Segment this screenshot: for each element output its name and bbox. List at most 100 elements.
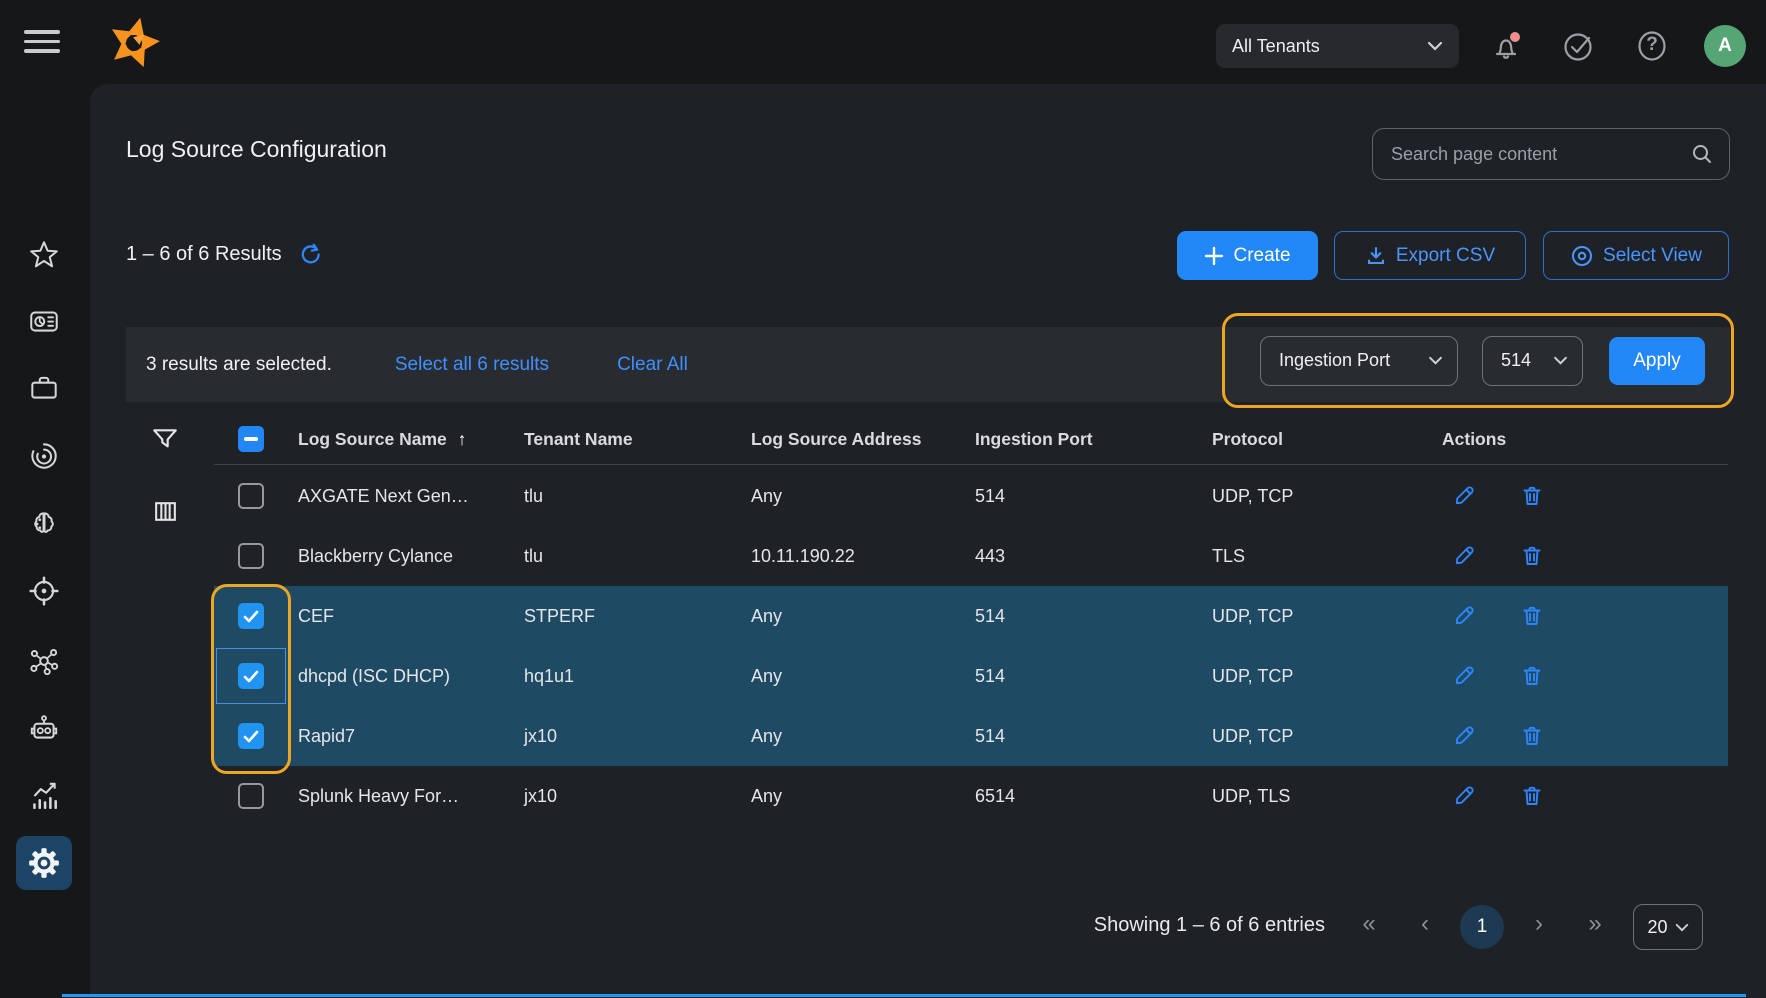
delete-icon[interactable] (1520, 604, 1544, 628)
first-page-icon[interactable]: « (1354, 910, 1384, 938)
cell-tenant-name: tlu (524, 466, 543, 526)
star-icon[interactable] (27, 238, 61, 272)
select-all-link[interactable]: Select all 6 results (395, 354, 549, 376)
next-page-icon[interactable]: › (1524, 910, 1554, 938)
cell-ingestion-port: 514 (975, 706, 1005, 766)
cell-log-source-address: Any (751, 586, 782, 646)
bulk-field-value: Ingestion Port (1279, 350, 1428, 371)
refresh-icon[interactable] (298, 242, 323, 267)
cell-log-source-address: Any (751, 766, 782, 826)
current-page-button[interactable]: 1 (1460, 905, 1504, 949)
crosshair-icon[interactable] (27, 574, 61, 608)
delete-icon[interactable] (1520, 544, 1544, 568)
menu-icon[interactable] (24, 30, 60, 55)
tenant-selector-value: All Tenants (1232, 36, 1427, 57)
filter-icon[interactable] (150, 425, 180, 455)
columns-icon[interactable] (152, 498, 179, 525)
page-title: Log Source Configuration (126, 136, 387, 163)
bulk-edit-highlight-box: Ingestion Port 514 Apply (1222, 313, 1734, 408)
chart-icon[interactable] (27, 779, 61, 813)
last-page-icon[interactable]: » (1580, 910, 1610, 938)
table-row[interactable]: AXGATE Next Gen… tlu Any 514 UDP, TCP (214, 466, 1728, 526)
cell-log-source-name: Blackberry Cylance (298, 526, 453, 586)
edit-icon[interactable] (1452, 784, 1476, 808)
cell-log-source-name: dhcpd (ISC DHCP) (298, 646, 450, 706)
table-row-selected[interactable]: dhcpd (ISC DHCP) hq1u1 Any 514 UDP, TCP (214, 646, 1728, 706)
cell-ingestion-port: 514 (975, 646, 1005, 706)
cell-protocol: TLS (1212, 526, 1245, 586)
select-view-button[interactable]: Select View (1543, 231, 1729, 280)
edit-icon[interactable] (1452, 664, 1476, 688)
column-header-log-source-address[interactable]: Log Source Address (751, 415, 922, 463)
export-csv-button[interactable]: Export CSV (1334, 231, 1526, 280)
row-checkbox-checked[interactable] (238, 603, 264, 629)
column-header-ingestion-port[interactable]: Ingestion Port (975, 415, 1093, 463)
column-header-tenant-name[interactable]: Tenant Name (524, 415, 633, 463)
avatar[interactable]: A (1704, 25, 1746, 67)
create-button[interactable]: Create (1177, 231, 1318, 280)
select-all-checkbox[interactable] (238, 426, 264, 452)
cell-tenant-name: jx10 (524, 766, 557, 826)
search-input[interactable] (1373, 144, 1691, 165)
row-checkbox[interactable] (238, 483, 264, 509)
row-checkbox-checked[interactable] (238, 663, 264, 689)
dashboard-icon[interactable] (27, 304, 61, 338)
help-glyph: ? (1635, 34, 1669, 56)
cell-tenant-name: tlu (524, 526, 543, 586)
sort-ascending-icon[interactable]: ↑ (458, 429, 467, 449)
cell-log-source-address: Any (751, 706, 782, 766)
tasks-check-icon[interactable] (1562, 29, 1596, 63)
edit-icon[interactable] (1452, 724, 1476, 748)
delete-icon[interactable] (1520, 784, 1544, 808)
previous-page-icon[interactable]: ‹ (1410, 910, 1440, 938)
chevron-down-icon (1427, 41, 1443, 51)
robot-icon[interactable] (27, 711, 61, 745)
bulk-field-select[interactable]: Ingestion Port (1260, 336, 1458, 386)
brain-icon[interactable] (27, 507, 61, 541)
bulk-value-select[interactable]: 514 (1482, 336, 1583, 386)
cell-protocol: UDP, TCP (1212, 586, 1293, 646)
results-summary: 1 – 6 of 6 Results (126, 243, 282, 266)
delete-icon[interactable] (1520, 664, 1544, 688)
table-row[interactable]: Blackberry Cylance tlu 10.11.190.22 443 … (214, 526, 1728, 586)
notifications-bell-icon[interactable] (1489, 29, 1523, 63)
avatar-initial: A (1718, 35, 1732, 57)
row-checkbox[interactable] (238, 543, 264, 569)
tenant-selector[interactable]: All Tenants (1216, 24, 1459, 68)
chevron-down-icon (1675, 923, 1689, 932)
main-panel: Log Source Configuration 1 – 6 of 6 Resu… (90, 84, 1766, 998)
cell-protocol: UDP, TCP (1212, 706, 1293, 766)
network-icon[interactable] (27, 644, 61, 678)
table-row[interactable]: Splunk Heavy For… jx10 Any 6514 UDP, TLS (214, 766, 1728, 826)
radar-icon[interactable] (27, 439, 61, 473)
edit-icon[interactable] (1452, 484, 1476, 508)
table-row-selected[interactable]: CEF STPERF Any 514 UDP, TCP (214, 586, 1728, 646)
clear-all-link[interactable]: Clear All (617, 354, 688, 376)
cell-log-source-name: CEF (298, 586, 334, 646)
delete-icon[interactable] (1520, 724, 1544, 748)
edit-icon[interactable] (1452, 604, 1476, 628)
table-row-selected[interactable]: Rapid7 jx10 Any 514 UDP, TCP (214, 706, 1728, 766)
brand-star-logo (103, 11, 165, 73)
cell-log-source-address: Any (751, 646, 782, 706)
chevron-down-icon (1553, 356, 1568, 365)
search-box[interactable] (1372, 128, 1730, 180)
cell-tenant-name: jx10 (524, 706, 557, 766)
gear-icon[interactable] (27, 846, 61, 880)
row-checkbox[interactable] (238, 783, 264, 809)
row-checkbox-checked[interactable] (238, 723, 264, 749)
cell-ingestion-port: 6514 (975, 766, 1015, 826)
cell-ingestion-port: 514 (975, 586, 1005, 646)
select-view-label: Select View (1603, 245, 1702, 267)
apply-button[interactable]: Apply (1609, 337, 1705, 385)
export-csv-label: Export CSV (1396, 245, 1495, 267)
cell-protocol: UDP, TCP (1212, 646, 1293, 706)
briefcase-icon[interactable] (27, 371, 61, 405)
page-size-select[interactable]: 20 (1633, 904, 1703, 950)
edit-icon[interactable] (1452, 544, 1476, 568)
help-icon[interactable]: ? (1635, 29, 1669, 63)
delete-icon[interactable] (1520, 484, 1544, 508)
cell-log-source-address: 10.11.190.22 (751, 526, 855, 586)
column-header-log-source-name[interactable]: Log Source Name ↑ (298, 415, 466, 463)
column-header-protocol[interactable]: Protocol (1212, 415, 1283, 463)
